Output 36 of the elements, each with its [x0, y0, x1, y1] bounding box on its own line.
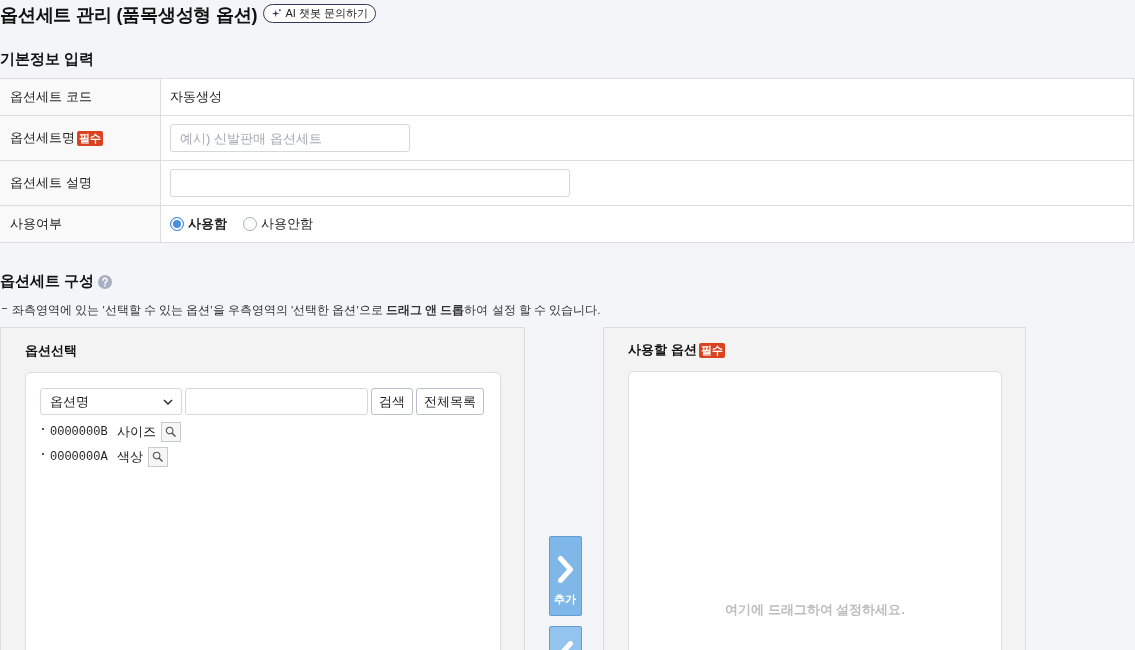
section-heading: 기본정보 입력 — [0, 49, 96, 69]
field-label: 옵션세트 코드 — [10, 88, 92, 106]
radio-option[interactable]: 사용안함 — [243, 215, 313, 233]
required-badge: 필수 — [77, 130, 103, 146]
help-icon[interactable] — [98, 275, 113, 289]
search-type-select[interactable]: 옵션명 — [40, 388, 182, 415]
text-input[interactable] — [170, 169, 570, 197]
option-code: 0000000A — [50, 449, 108, 464]
magnifier-icon — [165, 426, 177, 437]
dash-icon — [2, 308, 7, 309]
panel-title: 옵션선택 — [25, 342, 77, 360]
panel-title: 사용할 옵션 — [628, 341, 697, 359]
search-button[interactable]: 검색 — [371, 388, 413, 415]
chatbot-button[interactable]: AI 챗봇 문의하기 — [263, 4, 376, 23]
zoom-button[interactable] — [147, 446, 168, 467]
sparkle-icon — [272, 9, 282, 18]
option-name: 색상 — [116, 447, 143, 466]
text-input[interactable]: 예시) 신발판매 옵션세트 — [170, 124, 410, 152]
caret-icon — [163, 398, 173, 405]
section-heading: 옵션세트 구성 — [0, 271, 95, 291]
list-all-button[interactable]: 전체목록 — [416, 388, 484, 415]
option-code: 0000000B — [50, 424, 108, 439]
description-text: 좌측영역에 있는 '선택할 수 있는 옵션'을 우측영역의 '선택한 옵션'으로 드래그 앤 드롭하여 설정 할 수 있습니다. — [12, 302, 601, 318]
field-label: 옵션세트 설명 — [10, 174, 92, 192]
field-label: 옵션세트명 — [10, 129, 75, 147]
field-value: 자동생성 — [170, 88, 222, 106]
zoom-button[interactable] — [160, 421, 181, 442]
radio-option[interactable]: 사용함 — [170, 215, 227, 233]
empty-hint: 여기에 드래그하여 설정하세요. — [725, 601, 905, 619]
option-name: 사이즈 — [116, 422, 156, 441]
search-input[interactable] — [185, 388, 368, 415]
field-label: 사용여부 — [10, 215, 62, 233]
page-title: 옵션세트 관리 (품목생성형 옵션) — [0, 3, 258, 27]
magnifier-icon — [152, 451, 164, 462]
required-badge: 필수 — [698, 342, 725, 358]
chevron-right-icon — [557, 556, 573, 583]
